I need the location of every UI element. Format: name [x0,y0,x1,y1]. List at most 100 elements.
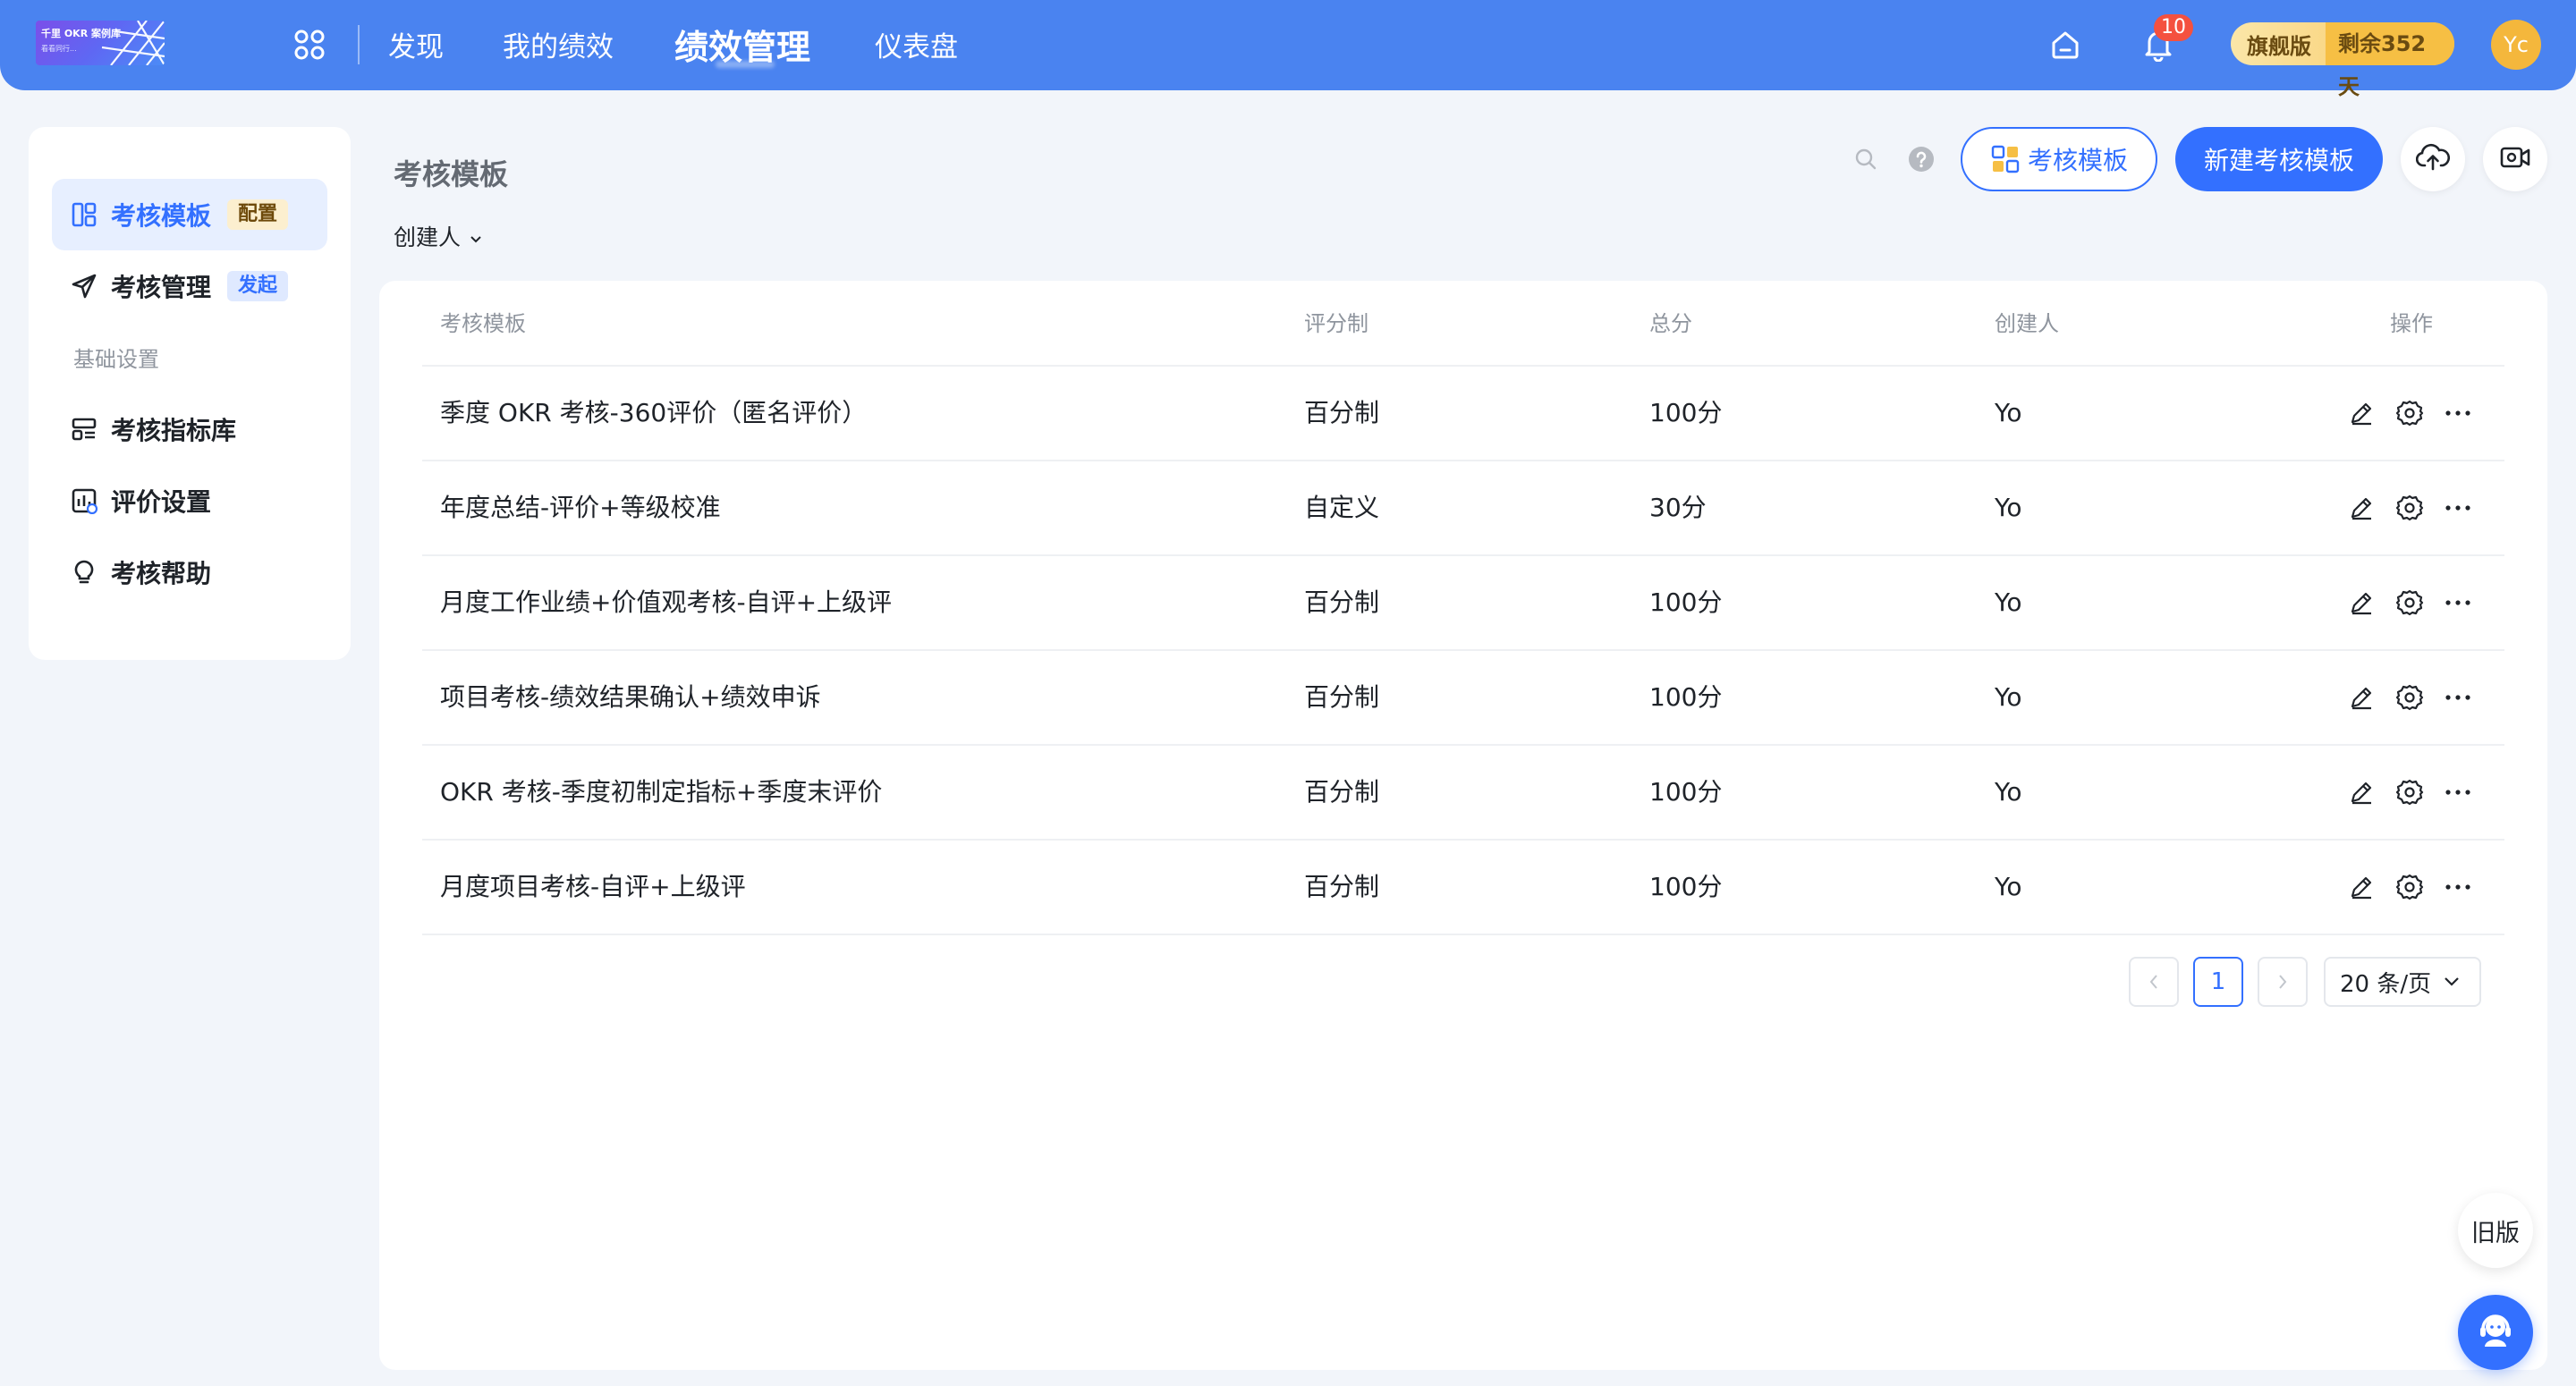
template-grid-icon [1990,144,2021,174]
sidebar-item-templates[interactable]: 考核模板 配置 [52,179,327,250]
table-row[interactable]: 项目考核-绩效结果确认+绩效申诉 百分制 100分 Yo [422,651,2504,746]
total-score: 30分 [1649,493,1707,522]
sidebar-item-indicator-library[interactable]: 考核指标库 [52,393,327,465]
home-icon[interactable] [2045,24,2086,65]
settings-gear-icon[interactable] [2394,681,2426,714]
column-header-scoring: 评分制 [1304,311,1368,336]
page-number-button[interactable]: 1 [2193,957,2243,1007]
column-header-template: 考核模板 [440,311,526,336]
settings-gear-icon[interactable] [2394,587,2426,619]
notification-count-badge: 10 [2154,14,2193,41]
more-ellipsis-icon[interactable] [2442,492,2474,524]
launch-tag: 发起 [227,271,289,301]
edit-pencil-icon[interactable] [2345,587,2377,619]
more-ellipsis-icon[interactable] [2442,871,2474,903]
more-ellipsis-icon[interactable] [2442,587,2474,619]
total-score: 100分 [1649,587,1723,617]
table-row[interactable]: 年度总结-评价+等级校准 自定义 30分 Yo [422,461,2504,556]
template-layout-icon [70,200,98,229]
total-score: 100分 [1649,682,1723,712]
prev-page-button[interactable] [2129,957,2179,1007]
lightbulb-icon [70,558,98,587]
total-score: 100分 [1649,872,1723,901]
template-name[interactable]: 项目考核-绩效结果确认+绩效申诉 [440,651,821,744]
sidebar-item-help[interactable]: 考核帮助 [52,537,327,608]
nav-divider [358,25,360,64]
chevron-down-icon [470,224,482,249]
cloud-upload-icon [2415,142,2451,176]
edit-pencil-icon[interactable] [2345,871,2377,903]
creator: Yo [1995,398,2022,427]
template-name[interactable]: 年度总结-评价+等级校准 [440,461,721,554]
row-actions [2345,587,2474,619]
creator: Yo [1995,682,2022,712]
old-version-button[interactable]: 旧版 [2458,1193,2533,1268]
edit-pencil-icon[interactable] [2345,681,2377,714]
sidebar-item-management[interactable]: 考核管理 发起 [52,250,327,322]
template-name[interactable]: 月度项目考核-自评+上级评 [440,841,746,934]
sidebar-item-label: 考核模板 [111,201,212,231]
apps-grid-icon[interactable] [292,27,327,63]
evaluation-chart-icon [70,486,98,515]
table-row[interactable]: OKR 考核-季度初制定指标+季度末评价 百分制 100分 Yo [422,746,2504,841]
sidebar-item-label: 考核帮助 [111,559,212,588]
settings-gear-icon[interactable] [2394,871,2426,903]
video-camera-icon [2499,144,2531,174]
edit-pencil-icon[interactable] [2345,492,2377,524]
page-size-select[interactable]: 20 条/页 [2324,957,2481,1007]
customer-support-button[interactable] [2458,1295,2533,1370]
nav-dashboard[interactable]: 仪表盘 [875,24,958,64]
settings-gear-icon[interactable] [2394,776,2426,808]
more-ellipsis-icon[interactable] [2442,776,2474,808]
top-navigation-bar: 千里 OKR 案例库 看看同行... 发现 我的绩效 绩效管理 仪表盘 10 旗… [0,0,2576,99]
settings-gear-icon[interactable] [2394,397,2426,429]
row-actions [2345,492,2474,524]
edit-pencil-icon[interactable] [2345,397,2377,429]
sidebar: 考核模板 配置 考核管理 发起 基础设置 考核指标库 评价设置 考核帮助 [29,127,351,660]
column-header-creator: 创建人 [1995,311,2059,336]
plan-name: 旗舰版 [2247,33,2311,59]
scoring-method: 百分制 [1304,587,1380,617]
search-icon[interactable] [1848,141,1884,177]
creator: Yo [1995,493,2022,522]
settings-gear-icon[interactable] [2394,492,2426,524]
plan-status-pill[interactable]: 旗舰版 剩余352天 [2231,22,2454,99]
total-score: 100分 [1649,398,1723,427]
total-score: 100分 [1649,777,1723,807]
template-name[interactable]: 月度工作业绩+价值观考核-自评+上级评 [440,556,892,649]
next-page-button[interactable] [2258,957,2308,1007]
okr-case-library-logo[interactable]: 千里 OKR 案例库 看看同行... [36,21,165,65]
sidebar-item-label: 评价设置 [111,487,212,517]
template-name[interactable]: 季度 OKR 考核-360评价（匿名评价） [440,367,867,460]
creator: Yo [1995,777,2022,807]
column-header-actions: 操作 [2390,311,2433,336]
nav-my-performance[interactable]: 我的绩效 [503,24,614,64]
more-ellipsis-icon[interactable] [2442,397,2474,429]
video-tutorial-button[interactable] [2483,127,2547,191]
config-tag: 配置 [227,199,289,230]
nav-discover[interactable]: 发现 [388,24,444,64]
user-avatar[interactable]: Yc [2491,20,2541,70]
send-plane-icon [70,272,98,300]
logo-grid-graphic [101,21,165,65]
row-actions [2345,776,2474,808]
more-ellipsis-icon[interactable] [2442,681,2474,714]
scoring-method: 百分制 [1304,777,1380,807]
table-row[interactable]: 月度项目考核-自评+上级评 百分制 100分 Yo [422,841,2504,935]
help-question-icon[interactable] [1903,141,1939,177]
page-size-value: 20 条/页 [2340,970,2432,998]
template-library-label: 考核模板 [2027,146,2128,175]
creator-filter-dropdown[interactable]: 创建人 [394,220,482,252]
row-actions [2345,397,2474,429]
edit-pencil-icon[interactable] [2345,776,2377,808]
table-row[interactable]: 月度工作业绩+价值观考核-自评+上级评 百分制 100分 Yo [422,556,2504,651]
template-name[interactable]: OKR 考核-季度初制定指标+季度末评价 [440,746,882,839]
sidebar-item-evaluation-settings[interactable]: 评价设置 [52,465,327,537]
filter-label: 创建人 [394,224,462,250]
upload-cloud-button[interactable] [2401,127,2465,191]
new-template-button[interactable]: 新建考核模板 [2175,127,2383,191]
chevron-right-icon [2279,975,2287,989]
template-library-button[interactable]: 考核模板 [1961,127,2157,191]
scoring-method: 百分制 [1304,872,1380,901]
table-row[interactable]: 季度 OKR 考核-360评价（匿名评价） 百分制 100分 Yo [422,367,2504,461]
